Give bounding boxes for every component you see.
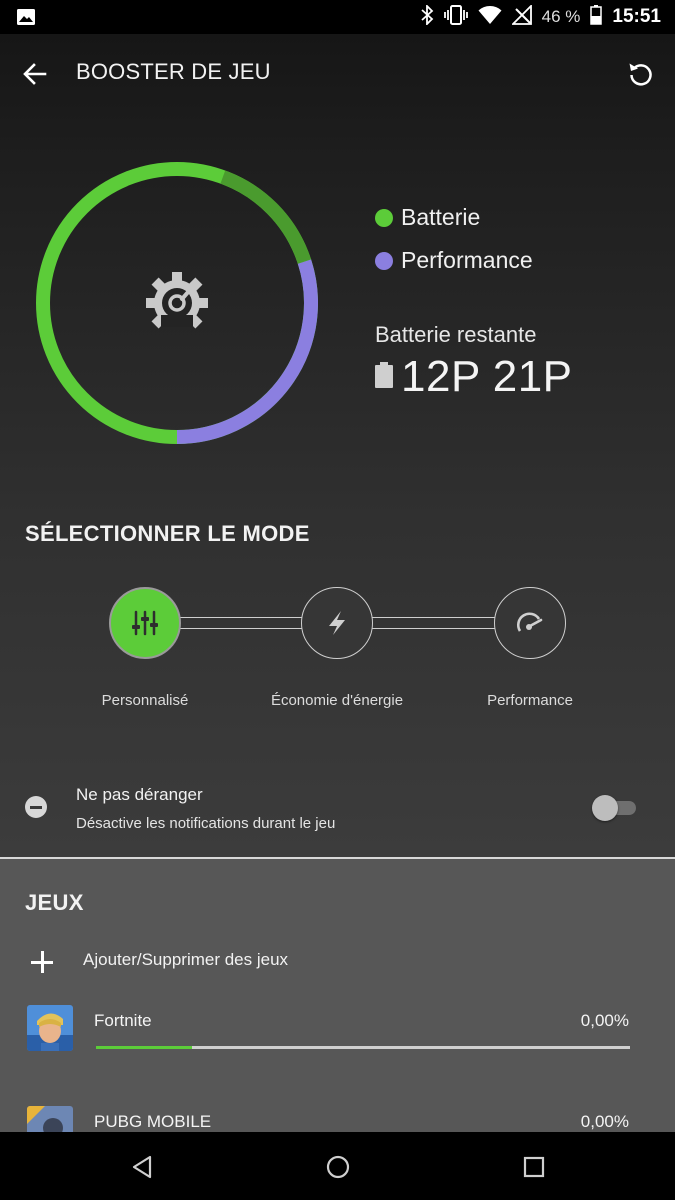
no-signal-icon: [510, 3, 532, 30]
speedometer-icon: [517, 612, 543, 632]
page-title: BOOSTER DE JEU: [76, 59, 271, 84]
toggle-thumb: [592, 795, 618, 821]
mode-section-title: SÉLECTIONNER LE MODE: [25, 521, 310, 546]
legend-performance-label: Performance: [401, 247, 533, 273]
game-row-pubg[interactable]: PUBG MOBILE 0,00%: [0, 1106, 675, 1134]
status-bar: 46 % 15:51: [0, 0, 675, 34]
navigation-bar: [0, 1132, 675, 1200]
mode-connector: [372, 617, 496, 629]
battery-small-icon: [375, 361, 393, 393]
mode-connector: [180, 617, 304, 629]
mode-performance-button[interactable]: [494, 587, 566, 659]
battery-icon: [590, 4, 603, 30]
image-icon: [16, 8, 36, 31]
fortnite-app-icon: [27, 1005, 73, 1051]
sliders-icon: [132, 610, 158, 636]
minus-circle-icon: [25, 796, 47, 818]
games-section-title: JEUX: [25, 890, 84, 915]
battery-remaining: 12P 21P: [375, 352, 573, 402]
pubg-app-icon: [27, 1106, 73, 1134]
legend-dot-battery: [375, 208, 393, 227]
game-usage-bar-fill: [96, 1046, 193, 1049]
back-arrow-icon[interactable]: [22, 61, 48, 87]
legend-performance: Performance: [375, 247, 533, 274]
battery-remaining-value: 12P 21P: [401, 352, 573, 401]
vibrate-icon: [443, 4, 468, 30]
bluetooth-icon: [420, 3, 434, 30]
add-remove-games-button[interactable]: Ajouter/Supprimer des jeux: [0, 943, 675, 977]
dnd-toggle[interactable]: [592, 795, 638, 821]
ring-battery-shade: [220, 170, 312, 264]
mode-performance-label: Performance: [487, 692, 573, 709]
games-panel: JEUX Ajouter/Supprimer des jeux Fortnite…: [0, 857, 675, 1134]
dnd-subtitle: Désactive les notifications durant le je…: [76, 815, 336, 832]
game-percent: 0,00%: [580, 1011, 629, 1030]
battery-percent: 46 %: [541, 7, 581, 26]
legend-dot-performance: [375, 251, 393, 270]
app-bar: BOOSTER DE JEU: [0, 34, 675, 112]
mode-custom-label: Personnalisé: [101, 692, 189, 709]
wifi-icon: [478, 5, 502, 30]
game-percent: 0,00%: [580, 1112, 629, 1131]
refresh-icon[interactable]: [627, 60, 655, 88]
game-row-fortnite[interactable]: Fortnite 0,00%: [0, 1005, 675, 1065]
clock: 15:51: [612, 6, 661, 27]
game-name: Fortnite: [94, 1011, 152, 1030]
recents-square-icon[interactable]: [521, 1154, 547, 1180]
game-name: PUBG MOBILE: [94, 1112, 212, 1131]
mode-custom-button[interactable]: [109, 587, 181, 659]
add-remove-games-label: Ajouter/Supprimer des jeux: [83, 950, 289, 969]
home-circle-icon[interactable]: [325, 1154, 351, 1180]
mode-power-saving-label: Économie d'énergie: [270, 692, 404, 709]
legend-battery: Batterie: [375, 204, 480, 231]
lightning-icon: [329, 611, 345, 635]
usage-ring-chart: [36, 162, 318, 449]
mode-power-saving-button[interactable]: [301, 587, 373, 659]
battery-remaining-label: Batterie restante: [375, 322, 537, 347]
plus-icon: [31, 951, 53, 973]
gear-speedometer-icon: [143, 269, 211, 337]
back-triangle-icon[interactable]: [129, 1154, 155, 1180]
dnd-title: Ne pas déranger: [76, 785, 203, 804]
game-usage-bar: [96, 1046, 630, 1049]
legend-battery-label: Batterie: [401, 204, 481, 230]
